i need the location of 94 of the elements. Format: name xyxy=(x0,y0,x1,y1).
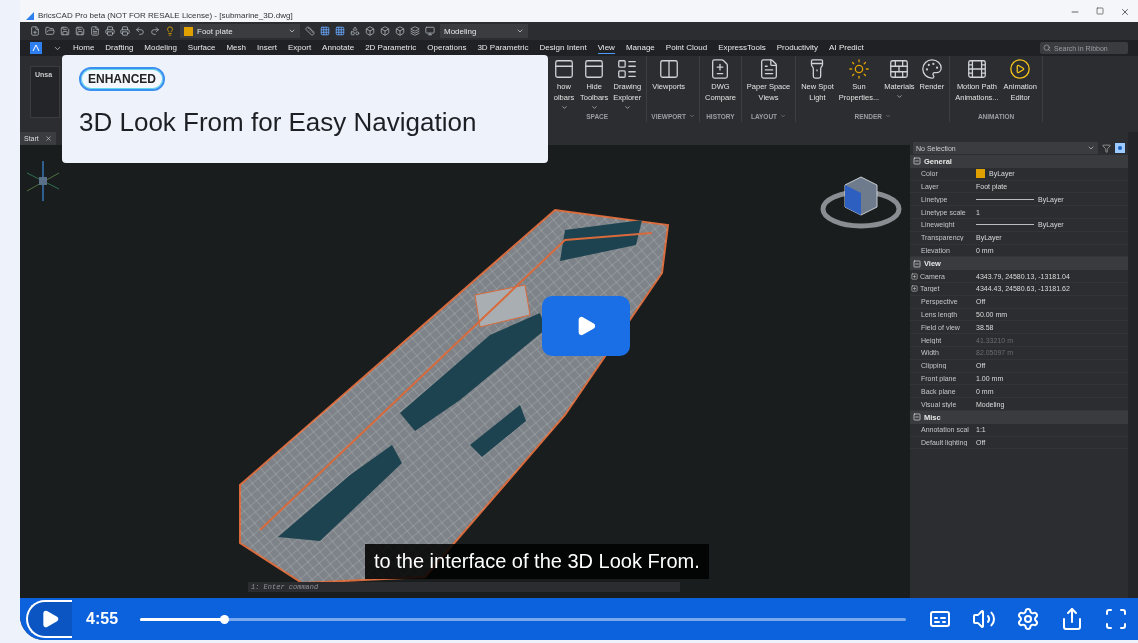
folder-icon[interactable] xyxy=(45,26,55,36)
grid-icon[interactable] xyxy=(320,26,330,36)
ruler-icon[interactable] xyxy=(305,26,315,36)
caret-icon xyxy=(590,104,598,111)
brick-wall-icon xyxy=(888,58,911,80)
caret-icon xyxy=(780,113,787,119)
time-display: 4:55 xyxy=(86,610,119,628)
printer-icon[interactable] xyxy=(120,26,130,36)
enhanced-badge: ENHANCED xyxy=(79,67,165,91)
expand-icon[interactable] xyxy=(911,285,918,293)
collapse-icon[interactable] xyxy=(913,259,921,268)
ribbon-tab[interactable]: Insert xyxy=(256,42,277,54)
app-logo-icon xyxy=(26,12,34,20)
caret-icon xyxy=(688,113,695,119)
play-circle-icon xyxy=(1009,58,1032,80)
monitor-icon[interactable] xyxy=(425,26,435,36)
layer-dropdown[interactable]: Foot plate xyxy=(180,24,300,38)
printer-icon[interactable] xyxy=(105,26,115,36)
ribbon-tab[interactable]: Export xyxy=(288,42,312,54)
ribbon-tab[interactable]: Drafting xyxy=(105,42,134,54)
cube-icon[interactable] xyxy=(365,26,375,36)
share-icon xyxy=(1060,607,1084,631)
ribbon-tab[interactable]: Design Intent xyxy=(539,42,587,54)
play-button[interactable] xyxy=(26,600,72,638)
toolbar-icon xyxy=(583,58,606,80)
ribbon-tab[interactable]: Mesh xyxy=(226,42,246,54)
ribbon-tab[interactable]: Home xyxy=(73,42,95,54)
close-icon[interactable] xyxy=(44,135,52,142)
caret-icon xyxy=(623,104,631,111)
volume-button[interactable] xyxy=(972,607,996,631)
ribbon-tab[interactable]: Modeling xyxy=(144,42,177,54)
columns-icon xyxy=(657,58,680,80)
ribbon-tab[interactable]: AI Predict xyxy=(829,42,864,54)
layers-icon[interactable] xyxy=(410,26,420,36)
subtitle: to the interface of the 3D Look From. xyxy=(365,544,709,579)
new-file-icon[interactable] xyxy=(30,26,40,36)
fullscreen-button[interactable] xyxy=(1104,607,1128,631)
list-icon xyxy=(616,58,639,80)
save-icon[interactable] xyxy=(75,26,85,36)
collapse-icon[interactable] xyxy=(913,157,921,166)
cube-icon[interactable] xyxy=(395,26,405,36)
share-button[interactable] xyxy=(1060,607,1084,631)
ribbon-tab[interactable]: Manage xyxy=(625,42,655,54)
chevron-down-icon xyxy=(516,27,524,35)
app-menu-icon[interactable] xyxy=(30,42,42,54)
search-icon xyxy=(1043,44,1051,52)
ucs-axis-icon xyxy=(26,159,60,203)
chevron-down-icon xyxy=(288,27,296,35)
ribbon-tab[interactable]: ExpressTools xyxy=(718,42,766,54)
settings-button[interactable] xyxy=(1016,607,1040,631)
caret-icon xyxy=(560,104,568,111)
expand-icon[interactable] xyxy=(911,272,918,280)
undo-icon[interactable] xyxy=(135,26,145,36)
palette-icon xyxy=(920,58,943,80)
window-title: BricsCAD Pro beta (NOT FOR RESALE License) - [submarine_3D.dwg] xyxy=(38,11,294,20)
progress-track[interactable] xyxy=(140,617,906,621)
linetype-sample xyxy=(976,198,1034,200)
ribbon-tab[interactable]: View xyxy=(597,42,615,54)
play-icon xyxy=(40,609,60,629)
maximize-icon[interactable] xyxy=(1096,7,1104,15)
ribbon-tab[interactable]: Surface xyxy=(187,42,216,54)
lightbulb-icon xyxy=(165,26,175,36)
color-swatch xyxy=(976,169,985,179)
workspace-dropdown[interactable]: Modeling xyxy=(440,24,528,38)
sun-icon xyxy=(847,58,870,80)
caret-icon xyxy=(884,113,891,119)
document-icon[interactable] xyxy=(90,26,100,36)
ribbon-tab[interactable]: Annotate xyxy=(322,42,355,54)
redo-icon[interactable] xyxy=(150,26,160,36)
volume-icon xyxy=(972,607,996,631)
color-swatch xyxy=(184,26,193,36)
save-icon[interactable] xyxy=(60,26,70,36)
collapse-icon[interactable] xyxy=(913,413,921,422)
toggle-icon[interactable] xyxy=(1115,143,1125,153)
ribbon-tab[interactable]: Productivity xyxy=(776,42,819,54)
grid-icon[interactable] xyxy=(335,26,345,36)
ribbon-tab[interactable]: 2D Parametric xyxy=(365,42,417,54)
toolbar-icon xyxy=(553,58,575,80)
linetype-sample xyxy=(976,224,1034,226)
caret-icon xyxy=(895,93,903,100)
ribbon-tab[interactable]: 3D Parametric xyxy=(477,42,529,54)
card-title: 3D Look From for Easy Navigation xyxy=(79,107,478,138)
play-button[interactable] xyxy=(542,296,630,356)
close-icon[interactable] xyxy=(1120,7,1130,17)
progress-thumb[interactable] xyxy=(220,614,230,624)
ribbon-tab[interactable]: Operations xyxy=(427,42,467,54)
filter-icon[interactable] xyxy=(1102,143,1111,153)
settings-icon xyxy=(1016,607,1040,631)
fullscreen-icon xyxy=(1104,607,1128,631)
cube-icon[interactable] xyxy=(380,26,390,36)
chevron-down-icon xyxy=(1087,144,1095,152)
ribbon-tab[interactable]: Point Cloud xyxy=(665,42,708,54)
shapes-icon[interactable] xyxy=(350,26,360,36)
film-icon xyxy=(965,58,988,80)
